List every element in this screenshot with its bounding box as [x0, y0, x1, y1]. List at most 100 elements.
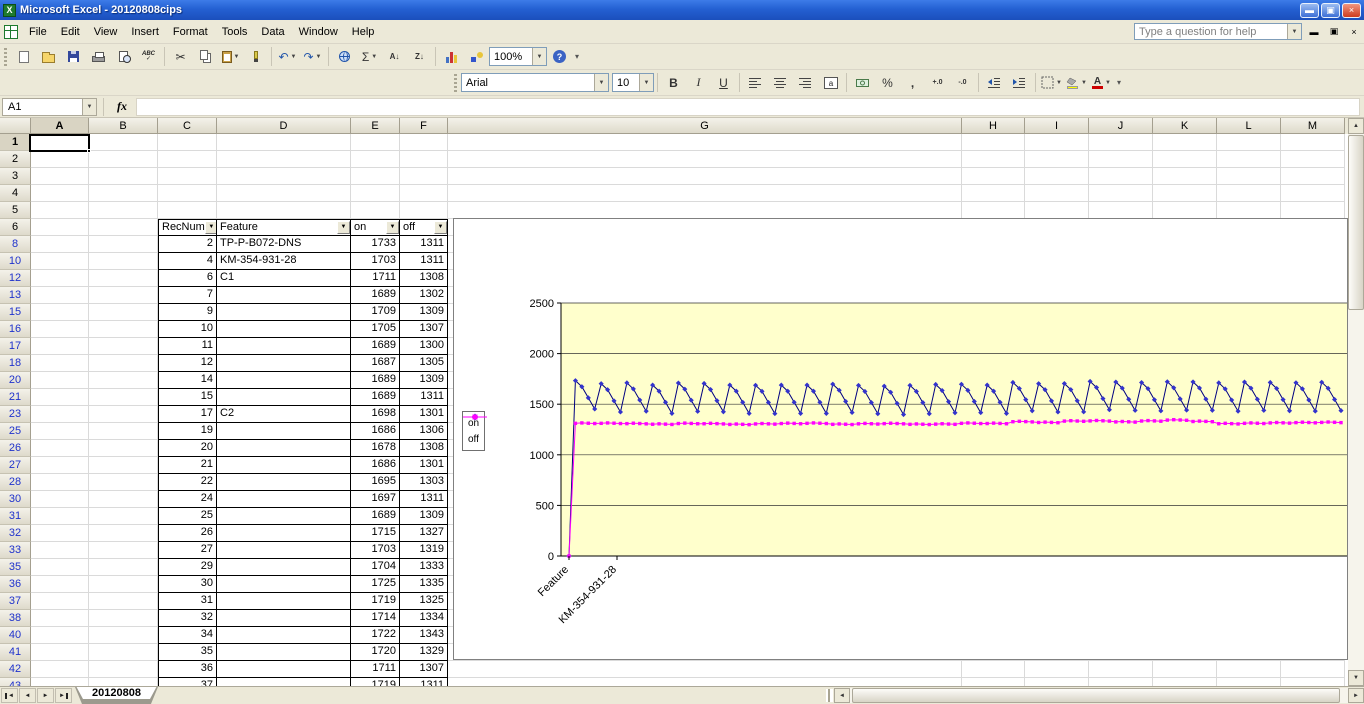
- filter-dropdown-icon[interactable]: ▼: [386, 221, 399, 234]
- cell-C10[interactable]: 4: [158, 253, 217, 270]
- workbook-restore-button[interactable]: ▣: [1326, 25, 1342, 39]
- cell-D27[interactable]: [217, 457, 351, 474]
- cell-F10[interactable]: 1311: [400, 253, 448, 270]
- borders-button[interactable]: ▼: [1040, 72, 1063, 93]
- cell-L5[interactable]: [1217, 202, 1281, 219]
- row-header-36[interactable]: 36: [0, 576, 31, 593]
- column-header-F[interactable]: F: [400, 118, 448, 134]
- cell-E33[interactable]: 1703: [351, 542, 400, 559]
- cell-C16[interactable]: 10: [158, 321, 217, 338]
- fill-color-button[interactable]: ▼: [1065, 72, 1088, 93]
- cell-D36[interactable]: [217, 576, 351, 593]
- row-header-41[interactable]: 41: [0, 644, 31, 661]
- cell-K42[interactable]: [1153, 661, 1217, 678]
- toolbar-grip[interactable]: [4, 48, 7, 66]
- chevron-down-icon[interactable]: ▼: [1105, 80, 1111, 86]
- cell-F16[interactable]: 1307: [400, 321, 448, 338]
- cell-C37[interactable]: 31: [158, 593, 217, 610]
- row-header-31[interactable]: 31: [0, 508, 31, 525]
- cell-C27[interactable]: 21: [158, 457, 217, 474]
- cell-D23[interactable]: C2: [217, 406, 351, 423]
- comma-style-button[interactable]: ,: [901, 72, 924, 93]
- cell-B31[interactable]: [89, 508, 158, 525]
- column-header-J[interactable]: J: [1089, 118, 1153, 134]
- cell-D43[interactable]: [217, 678, 351, 686]
- toolbar-options-icon[interactable]: ▾: [1117, 78, 1121, 87]
- cell-H3[interactable]: [962, 168, 1025, 185]
- cell-H4[interactable]: [962, 185, 1025, 202]
- cell-E37[interactable]: 1719: [351, 593, 400, 610]
- cell-F21[interactable]: 1311: [400, 389, 448, 406]
- cell-F33[interactable]: 1319: [400, 542, 448, 559]
- cell-J2[interactable]: [1089, 151, 1153, 168]
- last-sheet-button[interactable]: ►: [55, 688, 72, 703]
- cell-I5[interactable]: [1025, 202, 1089, 219]
- cell-C42[interactable]: 36: [158, 661, 217, 678]
- cell-A28[interactable]: [31, 474, 89, 491]
- cell-D5[interactable]: [217, 202, 351, 219]
- cell-C43[interactable]: 37: [158, 678, 217, 686]
- cell-F27[interactable]: 1301: [400, 457, 448, 474]
- cell-A20[interactable]: [31, 372, 89, 389]
- cell-E35[interactable]: 1704: [351, 559, 400, 576]
- vscroll-down-arrow[interactable]: ▼: [1348, 670, 1364, 686]
- cell-F43[interactable]: 1311: [400, 678, 448, 686]
- filter-dropdown-icon[interactable]: ▼: [205, 221, 217, 234]
- cell-F36[interactable]: 1335: [400, 576, 448, 593]
- autosum-button[interactable]: Σ▼: [358, 46, 381, 67]
- row-header-27[interactable]: 27: [0, 457, 31, 474]
- redo-button[interactable]: ↷▼: [301, 46, 324, 67]
- cell-C12[interactable]: 6: [158, 270, 217, 287]
- cell-A12[interactable]: [31, 270, 89, 287]
- row-header-4[interactable]: 4: [0, 185, 31, 202]
- cell-D12[interactable]: C1: [217, 270, 351, 287]
- cell-B36[interactable]: [89, 576, 158, 593]
- cell-C38[interactable]: 32: [158, 610, 217, 627]
- cell-C36[interactable]: 30: [158, 576, 217, 593]
- cell-A36[interactable]: [31, 576, 89, 593]
- paste-button[interactable]: ▼: [219, 46, 242, 67]
- cell-B33[interactable]: [89, 542, 158, 559]
- cell-C3[interactable]: [158, 168, 217, 185]
- toolbar-options-icon[interactable]: ▾: [575, 52, 579, 61]
- row-header-6[interactable]: 6: [0, 219, 31, 236]
- cell-A2[interactable]: [31, 151, 89, 168]
- cell-A31[interactable]: [31, 508, 89, 525]
- cell-C17[interactable]: 11: [158, 338, 217, 355]
- cell-A38[interactable]: [31, 610, 89, 627]
- hscroll-thumb[interactable]: [852, 688, 1340, 703]
- currency-style-button[interactable]: [851, 72, 874, 93]
- cell-D3[interactable]: [217, 168, 351, 185]
- cell-B25[interactable]: [89, 423, 158, 440]
- column-header-D[interactable]: D: [217, 118, 351, 134]
- cell-B23[interactable]: [89, 406, 158, 423]
- chevron-down-icon[interactable]: ▼: [234, 54, 240, 60]
- row-header-30[interactable]: 30: [0, 491, 31, 508]
- new-document-button[interactable]: [12, 46, 35, 67]
- cell-E36[interactable]: 1725: [351, 576, 400, 593]
- row-header-17[interactable]: 17: [0, 338, 31, 355]
- cell-E15[interactable]: 1709: [351, 304, 400, 321]
- chevron-down-icon[interactable]: ▼: [639, 74, 653, 91]
- cell-F40[interactable]: 1343: [400, 627, 448, 644]
- align-center-button[interactable]: [769, 72, 792, 93]
- cell-K3[interactable]: [1153, 168, 1217, 185]
- cell-H43[interactable]: [962, 678, 1025, 686]
- cell-F30[interactable]: 1311: [400, 491, 448, 508]
- cell-A35[interactable]: [31, 559, 89, 576]
- cell-A41[interactable]: [31, 644, 89, 661]
- cell-B28[interactable]: [89, 474, 158, 491]
- menu-data[interactable]: Data: [254, 22, 291, 42]
- cell-D2[interactable]: [217, 151, 351, 168]
- cell-B1[interactable]: [89, 134, 158, 151]
- cell-A15[interactable]: [31, 304, 89, 321]
- chevron-down-icon[interactable]: ▼: [1287, 24, 1301, 39]
- first-sheet-button[interactable]: ◄: [1, 688, 18, 703]
- decrease-decimal-button[interactable]: -.0: [951, 72, 974, 93]
- hscroll-left-arrow[interactable]: ◄: [834, 688, 850, 703]
- workbook-close-button[interactable]: ×: [1346, 25, 1362, 39]
- chevron-down-icon[interactable]: ▼: [316, 54, 322, 60]
- cell-E38[interactable]: 1714: [351, 610, 400, 627]
- row-header-26[interactable]: 26: [0, 440, 31, 457]
- next-sheet-button[interactable]: ►: [37, 688, 54, 703]
